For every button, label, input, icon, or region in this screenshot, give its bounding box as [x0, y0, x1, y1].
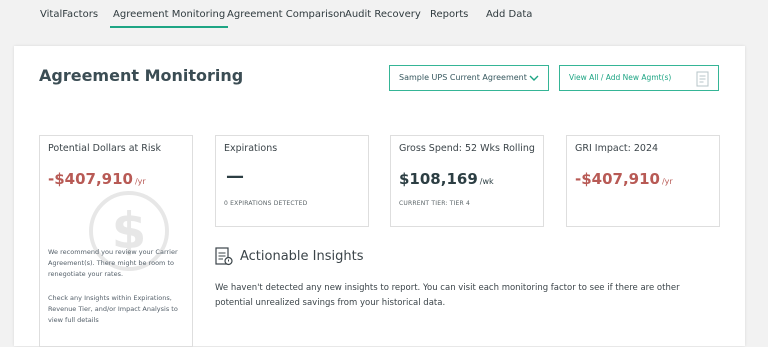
view-all-add-agreement-button[interactable]: View All / Add New Agmt(s) [559, 65, 719, 91]
nav-vitalfactors[interactable]: VitalFactors [40, 9, 98, 20]
gross-spend-value: $108,169/wk [399, 170, 494, 188]
expirations-value: — [226, 166, 244, 187]
document-icon [696, 71, 709, 87]
card-title: Potential Dollars at Risk [48, 143, 161, 154]
nav-agreement-monitoring[interactable]: Agreement Monitoring [109, 9, 229, 28]
nav-agreement-comparison[interactable]: Agreement Comparison [227, 9, 346, 20]
current-tier: CURRENT TIER: TIER 4 [399, 200, 471, 207]
view-all-label: View All / Add New Agmt(s) [569, 73, 672, 82]
page-title: Agreement Monitoring [39, 66, 244, 85]
nav-audit-recovery[interactable]: Audit Recovery [345, 9, 421, 20]
main-panel: Agreement Monitoring Sample UPS Current … [14, 46, 745, 347]
card-gri-impact: GRI Impact: 2024 -$407,910/yr [566, 135, 720, 227]
top-nav: VitalFactors Agreement Monitoring Agreem… [0, 0, 768, 34]
insights-note: Check any Insights within Expirations, R… [48, 294, 178, 324]
agreement-select[interactable]: Sample UPS Current Agreement [389, 65, 549, 91]
nav-add-data[interactable]: Add Data [486, 9, 532, 20]
insights-title: Actionable Insights [240, 249, 364, 264]
expirations-sub: 0 EXPIRATIONS DETECTED [224, 200, 308, 207]
card-title: Gross Spend: 52 Wks Rolling [399, 143, 535, 154]
card-title: Expirations [224, 143, 278, 154]
dollars-at-risk-value: -$407,910/yr [48, 170, 146, 188]
card-potential-dollars-at-risk: $ Potential Dollars at Risk -$407,910/yr… [39, 135, 193, 347]
chevron-down-icon [529, 75, 539, 81]
nav-reports[interactable]: Reports [430, 9, 468, 20]
card-expirations: Expirations — 0 EXPIRATIONS DETECTED [215, 135, 369, 227]
card-gross-spend: Gross Spend: 52 Wks Rolling $108,169/wk … [390, 135, 544, 227]
insights-text: We haven't detected any new insights to … [215, 283, 680, 308]
recommendation-note: We recommend you review your Carrier Agr… [48, 248, 178, 278]
gri-impact-value: -$407,910/yr [575, 170, 673, 188]
insights-report-icon [215, 247, 233, 266]
card-title: GRI Impact: 2024 [575, 143, 659, 154]
agreement-select-value: Sample UPS Current Agreement [399, 73, 527, 82]
